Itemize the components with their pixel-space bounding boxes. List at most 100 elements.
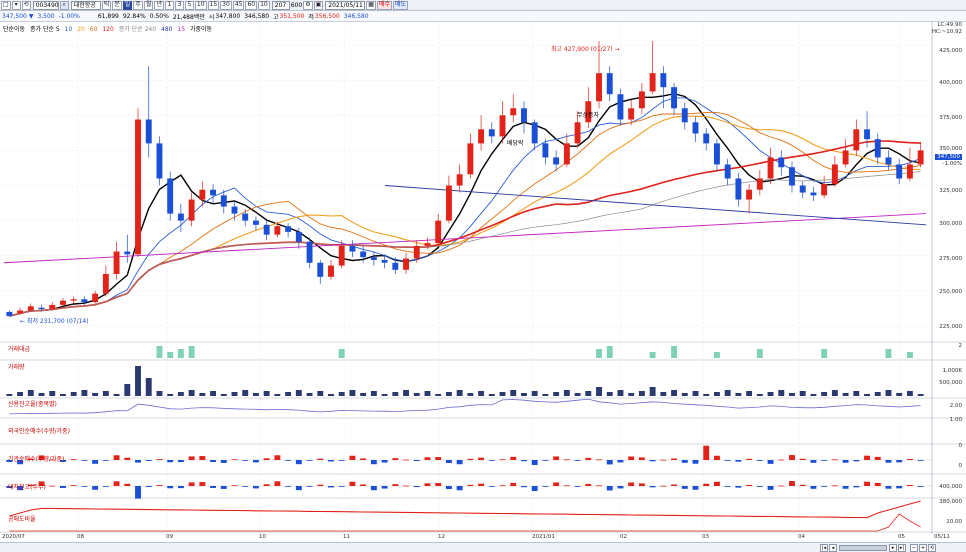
zoom-out-icon[interactable]: − xyxy=(910,544,918,552)
interval-15-button[interactable]: 15 xyxy=(207,0,220,10)
zoom-in-icon[interactable]: + xyxy=(919,544,927,552)
volume2-bar xyxy=(756,394,763,396)
volume2-bar xyxy=(799,391,806,396)
interval-3-button[interactable]: 3 xyxy=(174,0,184,10)
inst-bar xyxy=(649,486,656,488)
interval-custom-button[interactable]: 10 xyxy=(258,0,270,10)
dropdown-icon[interactable]: ▾ xyxy=(11,0,21,10)
zoom-reset-icon[interactable]: ⟲ xyxy=(928,544,936,552)
date-input[interactable]: 2021/05/11 xyxy=(325,0,366,10)
stock-name-field[interactable]: 대한항공 xyxy=(70,0,101,10)
window-menu-icon[interactable]: □ xyxy=(1,0,11,10)
inst-bar xyxy=(263,484,270,486)
foreign-bar xyxy=(467,458,474,460)
buy-button[interactable]: 매수 xyxy=(376,0,392,10)
count-input[interactable]: 207 xyxy=(271,0,290,10)
volume2-bar xyxy=(692,391,699,396)
price-tick-375000: 375,000 xyxy=(939,115,962,121)
candle-body xyxy=(360,251,367,258)
period-year-button[interactable]: 년 xyxy=(154,0,164,10)
foreign-bar xyxy=(370,460,377,465)
candle-body xyxy=(392,262,399,270)
foreign-bar xyxy=(638,457,645,460)
candle-body xyxy=(831,164,838,185)
foreign-bar xyxy=(842,460,849,463)
date-tick-12: 12 xyxy=(438,534,445,540)
stock-code-input[interactable]: 003490 xyxy=(32,0,59,10)
inst-bar xyxy=(403,485,409,487)
volume1-bar xyxy=(167,352,174,358)
volume1-bar xyxy=(177,349,184,358)
candle-body xyxy=(102,273,109,294)
volume2-bar xyxy=(542,394,549,396)
volume2-bar xyxy=(767,392,774,396)
inst-bar xyxy=(735,486,742,488)
interval-30-button[interactable]: 30 xyxy=(220,0,232,10)
candle-body xyxy=(124,251,131,255)
loan-panel-title: 공매도비율 xyxy=(8,516,36,523)
period-minute-button[interactable]: 분 xyxy=(112,0,122,10)
inst-bar xyxy=(328,486,334,488)
inst-bar xyxy=(177,486,184,489)
volume2-bar xyxy=(746,391,753,396)
volume2-bar xyxy=(810,394,817,396)
inst-bar xyxy=(864,481,870,486)
inst-bar xyxy=(713,481,720,486)
lock-icon[interactable]: ▣ xyxy=(313,0,324,10)
price-info-bar: 347,500 ▼ 3,500 -1.00% 61,899 92.84% 0.5… xyxy=(0,11,966,22)
scroll-first-icon[interactable]: |◂ xyxy=(820,544,828,552)
inst-bar xyxy=(60,486,66,488)
current-price: 347,500 xyxy=(2,12,27,20)
scroll-thumb[interactable] xyxy=(839,545,887,551)
inst-bar xyxy=(424,483,431,486)
volume2-bar xyxy=(242,390,249,396)
inst-bar xyxy=(478,483,485,486)
candle-body xyxy=(60,300,66,305)
foreign-bar xyxy=(306,460,313,461)
stock-chart[interactable] xyxy=(0,22,966,542)
period-month-button[interactable]: 월 xyxy=(143,0,154,10)
candle-body xyxy=(38,307,45,310)
chart-scrollbar[interactable]: |◂ ◂ ▸ ▸| − + ⟲ xyxy=(0,542,966,552)
legend-sma-title: 단순이동 xyxy=(3,26,26,33)
calendar-icon[interactable]: ▦ xyxy=(366,0,376,10)
date-tick-09: 09 xyxy=(166,534,173,540)
candle-body xyxy=(746,189,753,200)
volume2-bar xyxy=(789,393,795,396)
count-total: 600 xyxy=(290,1,303,9)
period-week-button[interactable]: 주 xyxy=(133,0,143,10)
sell-button[interactable]: 매도 xyxy=(392,0,409,10)
candle-body xyxy=(478,129,485,144)
interval-45-button[interactable]: 45 xyxy=(232,0,245,10)
foreign-bar xyxy=(231,459,238,461)
candle-body xyxy=(456,174,463,186)
volume1-bar xyxy=(906,352,913,358)
close-price: 346,580 xyxy=(343,12,369,20)
candle-body xyxy=(488,129,495,137)
date-tick-03: 03 xyxy=(702,534,709,540)
interval-10-button[interactable]: 10 xyxy=(194,0,207,10)
inst-bar xyxy=(413,486,420,488)
interval-60-button[interactable]: 60 xyxy=(245,0,258,10)
interval-1-button[interactable]: 1 xyxy=(164,0,174,10)
scroll-last-icon[interactable]: ▸| xyxy=(898,544,906,552)
volume2-bar xyxy=(167,394,174,396)
volume1-bar xyxy=(821,349,828,358)
chart-settings-icon[interactable]: ⚙ xyxy=(303,0,313,10)
inst-bar xyxy=(124,483,131,486)
scroll-prev-icon[interactable]: ◂ xyxy=(829,544,837,552)
price-change-axis: -1.00% xyxy=(942,161,962,167)
period-tick-button[interactable]: 틱 xyxy=(101,0,112,10)
inst-bar xyxy=(188,482,195,486)
refresh-icon[interactable]: ⟲ xyxy=(21,0,31,10)
interval-5-button[interactable]: 5 xyxy=(184,0,194,10)
foreign-bar xyxy=(864,455,870,460)
legend-sma20: 20 xyxy=(77,26,85,33)
price-change-pct: -1.00% xyxy=(58,12,80,20)
inst-bar xyxy=(220,486,227,489)
period-day-button[interactable]: 일 xyxy=(122,0,133,10)
inst-bar xyxy=(81,486,88,487)
candle-body xyxy=(413,245,420,259)
scroll-next-icon[interactable]: ▸ xyxy=(889,544,897,552)
search-icon[interactable]: ⌕ xyxy=(59,0,69,10)
